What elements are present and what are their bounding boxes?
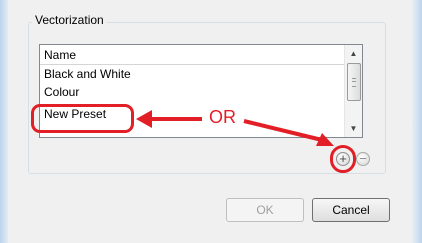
add-preset-icon[interactable]: + bbox=[336, 152, 350, 166]
grip-icon bbox=[352, 78, 356, 87]
column-header-name[interactable]: Name bbox=[40, 45, 344, 65]
vertical-scrollbar[interactable]: ▲ ▼ bbox=[344, 45, 362, 137]
group-title: Vectorization bbox=[32, 13, 107, 27]
scroll-thumb[interactable] bbox=[347, 63, 361, 101]
remove-preset-icon[interactable]: − bbox=[356, 152, 370, 166]
list-item[interactable]: Black and White bbox=[40, 66, 344, 83]
list-item[interactable]: Colour bbox=[40, 84, 344, 101]
cancel-button[interactable]: Cancel bbox=[312, 198, 390, 222]
scroll-up-icon[interactable]: ▲ bbox=[345, 45, 362, 62]
scroll-down-icon[interactable]: ▼ bbox=[345, 120, 362, 137]
highlight-new-preset bbox=[31, 104, 134, 133]
or-label: OR bbox=[209, 107, 236, 127]
ok-button[interactable]: OK bbox=[226, 198, 304, 222]
